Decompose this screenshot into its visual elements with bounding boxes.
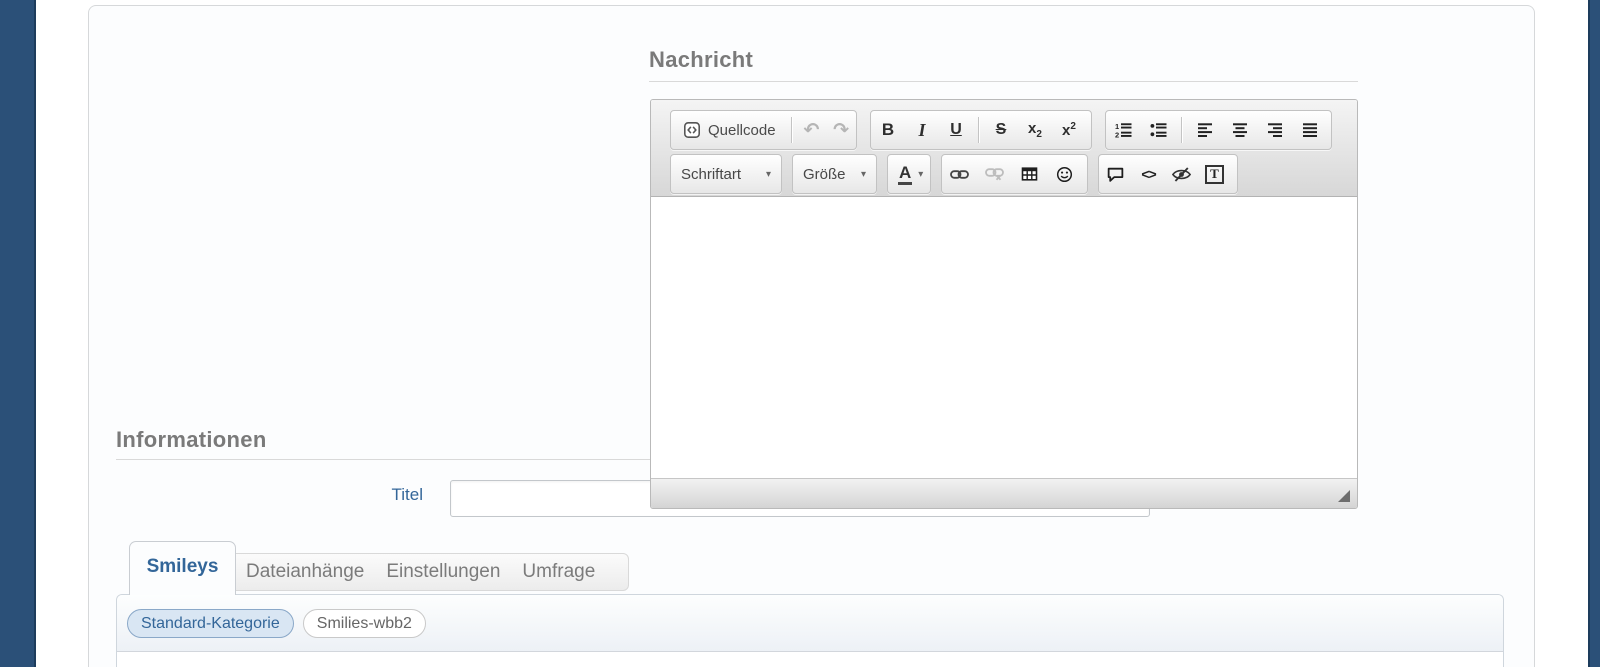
italic-icon: I [918,119,926,140]
code-button[interactable]: <> [1132,155,1165,193]
source-code-button[interactable]: Quellcode [671,111,786,149]
unlink-icon [985,167,1004,181]
titel-label: Titel [391,485,424,504]
align-left-icon [1197,122,1213,138]
font-family-label: Schriftart [681,165,742,183]
tab-dateianhaenge[interactable]: Dateianhänge [246,561,364,583]
align-right-button[interactable] [1257,111,1292,149]
message-section-heading: Nachricht [649,47,754,72]
code-icon: <> [1141,166,1156,182]
subscript-button[interactable]: x2 [1018,111,1052,149]
bold-icon: B [881,120,895,139]
quote-button[interactable] [1099,155,1132,193]
info-heading-divider [116,459,650,460]
quote-bubble-icon [1106,166,1125,183]
smiley-category-wbb2[interactable]: Smilies-wbb2 [302,608,426,638]
chevron-down-icon: ▾ [765,168,771,180]
text-color-button[interactable]: A ▾ [887,154,931,194]
hidden-eye-icon [1171,166,1192,182]
bold-button[interactable]: B [871,111,905,149]
strikethrough-button[interactable]: S [984,111,1018,149]
justify-icon [1302,122,1318,138]
italic-button[interactable]: I [905,111,939,149]
ordered-list-icon: 1 2 [1115,122,1132,138]
resize-handle-icon[interactable] [1338,490,1350,502]
unordered-list-button[interactable] [1141,111,1176,149]
toolbar-group-bbcode: <> T [1098,154,1238,194]
subscript-icon: x2 [1028,120,1042,140]
tab-umfrage[interactable]: Umfrage [522,561,595,583]
unordered-list-icon [1150,122,1167,138]
smileys-tab-panel: Standard-Kategorie Smilies-wbb2 [116,594,1504,667]
align-center-button[interactable] [1222,111,1257,149]
main-panel: Nachricht Informationen Titel Quellcode … [88,5,1535,667]
left-blue-bar [0,0,36,667]
font-size-label: Größe [803,165,846,183]
right-blue-bar [1588,0,1600,667]
smiley-icon [1056,166,1073,183]
align-left-button[interactable] [1187,111,1222,149]
align-center-icon [1232,122,1248,138]
screen: Nachricht Informationen Titel Quellcode … [0,0,1600,667]
tab-smileys[interactable]: Smileys [129,541,236,595]
tt-button[interactable]: T [1198,155,1231,193]
align-right-icon [1267,122,1283,138]
toolbar-group-paragraph: 1 2 [1105,110,1332,150]
toolbar-group-source: Quellcode ↶ ↷ [670,110,857,150]
message-editor: Quellcode ↶ ↷ B I U S x2 x2 1 2 Schrifta… [650,99,1358,509]
toolbar-group-links [941,154,1088,194]
smiley-category-standard[interactable]: Standard-Kategorie [127,608,294,638]
underline-icon: U [950,121,962,138]
chevron-down-icon: ▾ [860,168,866,180]
redo-button[interactable]: ↷ [826,111,856,149]
redo-icon: ↷ [833,119,850,141]
tab-einstellungen[interactable]: Einstellungen [386,561,500,583]
undo-icon: ↶ [803,119,820,141]
justify-button[interactable] [1292,111,1327,149]
smiley-button[interactable] [1047,155,1082,193]
info-section-heading: Informationen [116,427,267,452]
source-code-icon [683,121,701,139]
tt-icon: T [1205,164,1224,184]
smiley-list-area [117,652,1503,667]
ordered-list-button[interactable]: 1 2 [1106,111,1141,149]
superscript-button[interactable]: x2 [1052,111,1086,149]
message-heading-divider [649,81,1358,82]
editor-toolbar: Quellcode ↶ ↷ B I U S x2 x2 1 2 Schrifta… [651,100,1357,197]
smiley-category-bar: Standard-Kategorie Smilies-wbb2 [117,595,1503,652]
table-button[interactable] [1012,155,1047,193]
strikethrough-icon: S [995,121,1007,138]
chevron-down-icon: ▾ [918,168,924,180]
link-icon [950,168,969,181]
underline-button[interactable]: U [939,111,973,149]
toolbar-separator [978,117,979,143]
unlink-button[interactable] [977,155,1012,193]
superscript-icon: x2 [1062,121,1076,139]
text-color-icon: A [898,164,913,185]
undo-button[interactable]: ↶ [797,111,827,149]
font-family-dropdown[interactable]: Schriftart ▾ [670,154,782,194]
link-button[interactable] [942,155,977,193]
svg-text:2: 2 [1115,131,1119,139]
editor-bottom-bar [651,478,1357,508]
font-size-dropdown[interactable]: Größe ▾ [792,154,877,194]
toolbar-separator [790,117,792,143]
source-code-label: Quellcode [708,121,776,139]
table-icon [1021,166,1038,182]
spoiler-button[interactable] [1165,155,1198,193]
toolbar-separator [1181,117,1182,143]
editor-content-area[interactable] [651,197,1357,478]
toolbar-group-basicstyles: B I U S x2 x2 [870,110,1092,150]
